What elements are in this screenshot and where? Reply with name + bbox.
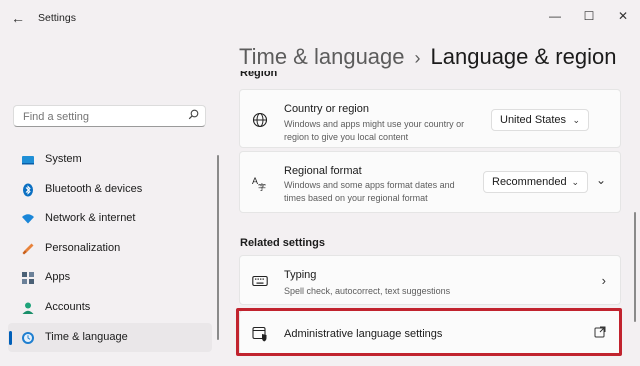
breadcrumb-parent[interactable]: Time & language	[239, 44, 405, 69]
region-section-heading: Region	[240, 71, 278, 79]
back-arrow-icon[interactable]: ←	[8, 8, 28, 28]
chevron-right-icon: ›	[601, 273, 606, 288]
typing-description: Spell check, autocorrect, text suggestio…	[284, 286, 451, 296]
regional-format-dropdown[interactable]: Recommended ⌄	[483, 171, 588, 193]
sidebar-item-apps[interactable]: Apps	[8, 263, 212, 293]
page-title: Language & region	[430, 44, 617, 69]
breadcrumb: Time & language › Language & region	[239, 44, 616, 70]
country-region-card: Country or region Windows and apps might…	[239, 89, 621, 148]
sidebar-item-system[interactable]: System	[8, 145, 212, 175]
keyboard-icon	[252, 273, 268, 289]
sidebar-scrollbar[interactable]	[217, 155, 219, 340]
bluetooth-icon	[21, 183, 35, 197]
content-scrollbar[interactable]	[634, 212, 636, 322]
network-icon	[21, 212, 35, 226]
regional-format-description: Windows and some apps format dates and t…	[284, 179, 455, 204]
sidebar-item-label: Network & internet	[45, 212, 136, 225]
country-region-dropdown[interactable]: United States ⌄	[491, 109, 589, 131]
country-region-desc-line2: region to give you local content	[284, 131, 409, 142]
highlight-box	[236, 308, 622, 356]
app-title: Settings	[38, 12, 76, 24]
title-bar: ← Settings — ☐ ✕	[0, 0, 640, 36]
apps-icon	[21, 271, 35, 285]
breadcrumb-separator-icon: ›	[414, 48, 421, 68]
sidebar-item-network[interactable]: Network & internet	[8, 204, 212, 234]
svg-text:字: 字	[258, 182, 266, 191]
sidebar-item-label: Time & language	[45, 330, 128, 343]
chevron-down-icon: ⌄	[572, 115, 580, 125]
chevron-down-icon: ⌄	[571, 177, 579, 187]
related-settings-heading: Related settings	[240, 237, 325, 249]
accounts-icon	[21, 301, 35, 315]
personalization-icon	[21, 242, 35, 256]
country-region-value: United States	[500, 114, 567, 126]
typing-card[interactable]: Typing Spell check, autocorrect, text su…	[239, 255, 621, 305]
sidebar-item-personalization[interactable]: Personalization	[8, 234, 212, 264]
close-button[interactable]: ✕	[612, 6, 634, 26]
sidebar-item-time-language[interactable]: Time & language	[8, 322, 212, 353]
expand-chevron-icon[interactable]: ⌄	[596, 173, 606, 187]
sidebar-item-label: System	[45, 153, 82, 165]
time-language-icon	[21, 331, 35, 345]
regional-format-icon: A字	[252, 175, 268, 192]
maximize-button[interactable]: ☐	[578, 6, 600, 26]
regional-format-value: Recommended	[492, 176, 567, 188]
search-input[interactable]	[21, 106, 185, 128]
search-box[interactable]	[13, 105, 206, 128]
sidebar-item-label: Personalization	[45, 241, 121, 254]
regional-format-desc-line2: times based on your regional format	[284, 192, 428, 203]
regional-format-desc-line1: Windows and some apps format dates and	[284, 180, 455, 190]
globe-icon	[252, 112, 268, 128]
country-region-title: Country or region	[284, 103, 369, 115]
minimize-button[interactable]: —	[544, 6, 566, 26]
system-icon	[21, 153, 35, 167]
typing-title: Typing	[284, 269, 317, 281]
sidebar-item-label: Accounts	[45, 300, 91, 313]
sidebar-item-label: Apps	[45, 271, 71, 284]
country-region-desc-line1: Windows and apps might use your country …	[284, 119, 465, 129]
country-region-description: Windows and apps might use your country …	[284, 118, 464, 143]
regional-format-title: Regional format	[284, 165, 362, 177]
regional-format-card[interactable]: A字 Regional format Windows and some apps…	[239, 151, 621, 213]
sidebar-item-bluetooth[interactable]: Bluetooth & devices	[8, 175, 212, 205]
sidebar-item-accounts[interactable]: Accounts	[8, 293, 212, 323]
sidebar-nav: System Bluetooth & devices Network & int…	[8, 145, 212, 353]
search-icon[interactable]	[188, 109, 199, 123]
sidebar-item-label: Bluetooth & devices	[45, 182, 143, 195]
active-indicator	[9, 330, 12, 345]
